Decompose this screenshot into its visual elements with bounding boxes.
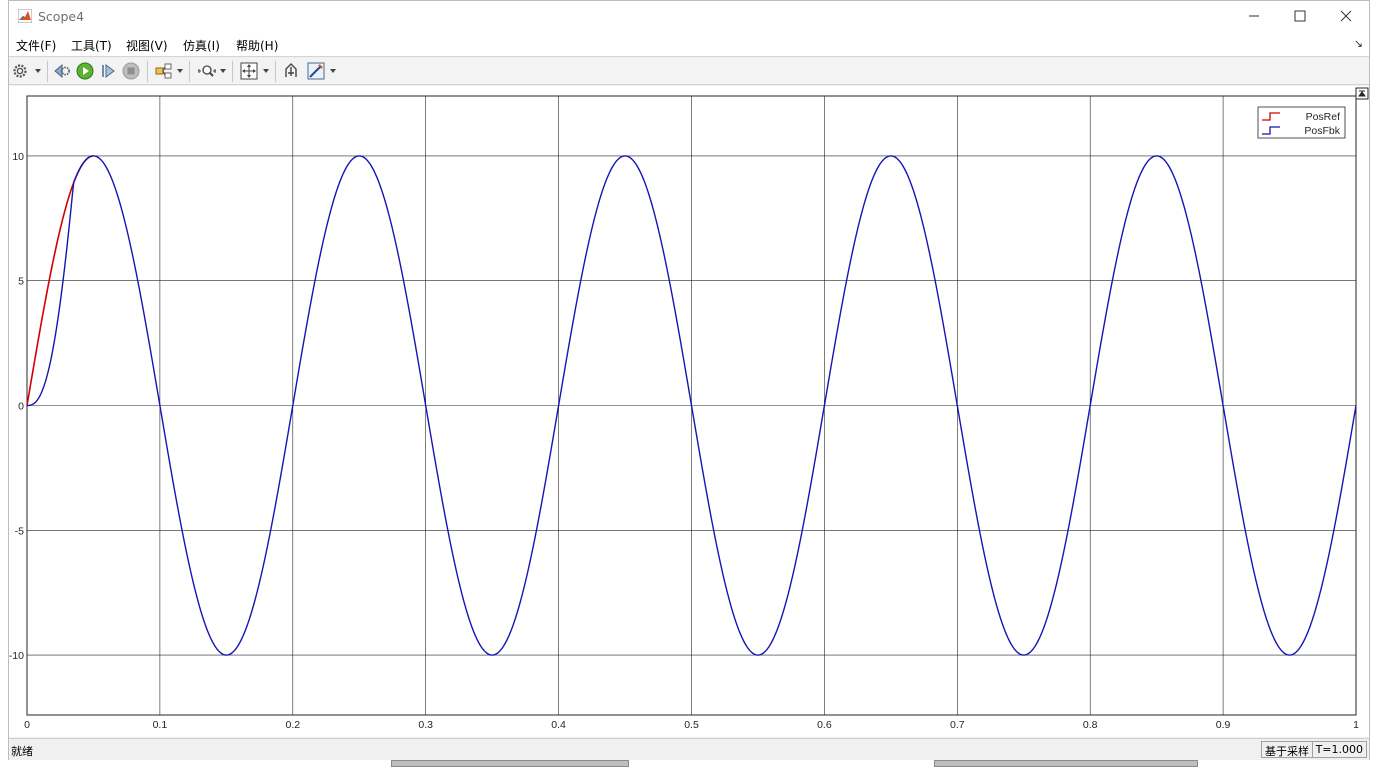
toolbar: [9, 58, 1369, 85]
minimize-button[interactable]: [1231, 1, 1277, 31]
sample-mode-indicator: 基于采样: [1261, 741, 1313, 758]
zoom-icon: [198, 65, 216, 77]
run-button[interactable]: [75, 61, 95, 81]
dropdown-arrow-icon: [263, 69, 269, 73]
time-indicator: T=1.000: [1311, 741, 1367, 758]
zoom-dropdown[interactable]: [220, 67, 226, 75]
menu-simulation[interactable]: 仿真(I): [183, 37, 220, 54]
autoscale-button[interactable]: [239, 61, 259, 81]
menu-help[interactable]: 帮助(H): [236, 37, 278, 54]
y-tick-label: -5: [15, 525, 24, 537]
dock-arrow-icon[interactable]: ↘: [1354, 37, 1363, 50]
toolbar-separator: [147, 61, 148, 82]
stop-icon: [122, 62, 140, 80]
maximize-icon: [1294, 10, 1306, 22]
style-icon: [307, 62, 325, 80]
step-back-icon: [54, 63, 70, 79]
step-back-button[interactable]: [52, 61, 72, 81]
autoscale-dropdown[interactable]: [263, 67, 269, 75]
undock-button[interactable]: [281, 61, 301, 81]
settings-button[interactable]: [10, 61, 30, 81]
y-tick-label: -10: [9, 650, 24, 662]
autoscale-icon: [240, 62, 258, 80]
highlight-block-button[interactable]: [154, 61, 174, 81]
run-icon: [76, 62, 94, 80]
highlight-dropdown[interactable]: [177, 67, 183, 75]
undock-icon: [285, 63, 297, 77]
x-tick-label: 1: [1353, 719, 1359, 731]
stop-button[interactable]: [121, 61, 141, 81]
x-tick-label: 0.2: [285, 719, 300, 731]
toolbar-separator: [189, 61, 190, 82]
x-tick-label: 0.5: [684, 719, 699, 731]
title-bar[interactable]: Scope4: [9, 1, 1369, 33]
style-button[interactable]: [306, 61, 326, 81]
menu-view[interactable]: 视图(V): [126, 37, 168, 54]
status-text: 就绪: [11, 745, 33, 758]
close-button[interactable]: [1323, 1, 1369, 31]
toolbar-separator: [232, 61, 233, 82]
x-tick-label: 0.3: [418, 719, 433, 731]
x-tick-label: 0: [24, 719, 30, 731]
style-dropdown[interactable]: [330, 67, 336, 75]
x-tick-label: 0.8: [1083, 719, 1098, 731]
status-bar: 就绪 基于采样 T=1.000: [9, 738, 1369, 760]
legend[interactable]: PosRef PosFbk: [1257, 106, 1346, 139]
dropdown-arrow-icon: [35, 69, 41, 73]
scope-window: Scope4 文件(F) 工具(T) 视图(V) 仿真(I) 帮助(H) ↘ 0…: [8, 0, 1370, 760]
x-tick-label: 0.4: [551, 719, 566, 731]
close-icon: [1340, 10, 1352, 22]
y-tick-label: 10: [12, 151, 24, 163]
step-forward-button[interactable]: [98, 61, 118, 81]
plot-area: 0 0.1 0.2 0.3 0.4 0.5 0.6 0.7 0.8 0.9 1 10 5 0 -5 -10 P…: [9, 86, 1369, 737]
background-window-edge: [391, 760, 629, 767]
toolbar-separator: [275, 61, 276, 82]
menu-tools[interactable]: 工具(T): [71, 37, 112, 54]
dropdown-arrow-icon: [330, 69, 336, 73]
zoom-button[interactable]: [197, 61, 217, 81]
y-tick-label: 5: [18, 276, 24, 288]
step-forward-icon: [102, 64, 115, 78]
background-window-edge: [934, 760, 1198, 767]
y-tick-label: 0: [18, 401, 24, 413]
toolbar-separator: [47, 61, 48, 82]
scope-chart[interactable]: 0 0.1 0.2 0.3 0.4 0.5 0.6 0.7 0.8 0.9 1 10 5 0 -5 -10 P…: [9, 86, 1369, 737]
settings-dropdown[interactable]: [35, 67, 41, 75]
window-title: Scope4: [38, 9, 85, 24]
dropdown-arrow-icon: [177, 69, 183, 73]
matlab-logo-icon: [18, 9, 32, 23]
minimize-icon: [1249, 15, 1259, 17]
expand-axes-button[interactable]: [1355, 87, 1369, 100]
menu-file[interactable]: 文件(F): [16, 37, 56, 54]
dropdown-arrow-icon: [220, 69, 226, 73]
x-tick-label: 0.7: [950, 719, 965, 731]
x-tick-label: 0.9: [1216, 719, 1231, 731]
legend-label: PosFbk: [1304, 125, 1340, 137]
legend-label: PosRef: [1306, 111, 1341, 123]
settings-icon: [13, 64, 27, 78]
menu-bar: 文件(F) 工具(T) 视图(V) 仿真(I) 帮助(H) ↘: [9, 33, 1369, 57]
x-tick-label: 0.1: [153, 719, 168, 731]
x-tick-label: 0.6: [817, 719, 832, 731]
maximize-button[interactable]: [1277, 1, 1323, 31]
highlight-block-icon: [155, 63, 172, 79]
